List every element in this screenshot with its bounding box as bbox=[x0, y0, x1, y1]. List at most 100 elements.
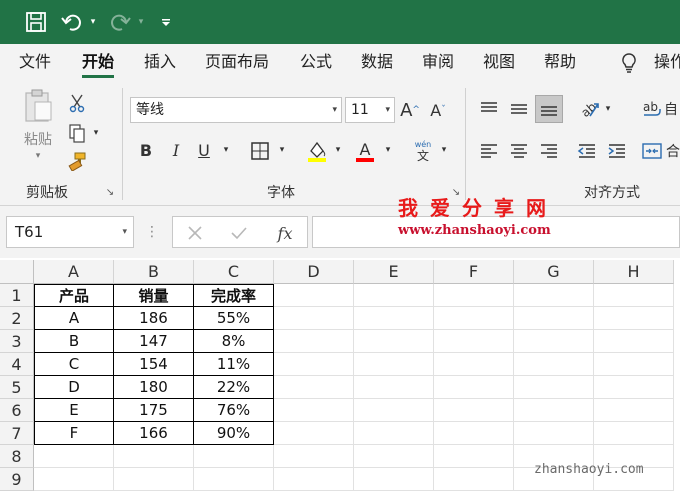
format-painter-icon[interactable] bbox=[66, 150, 88, 172]
header-cell[interactable]: 产品 bbox=[34, 284, 114, 307]
table-cell[interactable]: 186 bbox=[114, 307, 194, 330]
table-cell[interactable] bbox=[274, 307, 354, 330]
table-cell[interactable] bbox=[354, 399, 434, 422]
cancel-icon[interactable] bbox=[183, 221, 207, 245]
column-header[interactable]: D bbox=[274, 260, 354, 284]
table-cell[interactable] bbox=[594, 353, 674, 376]
table-cell[interactable]: 76% bbox=[194, 399, 274, 422]
header-cell[interactable]: 完成率 bbox=[194, 284, 274, 307]
wrap-text-button[interactable]: ab 自 bbox=[642, 96, 680, 122]
copy-icon[interactable] bbox=[66, 122, 88, 144]
lightbulb-icon[interactable] bbox=[620, 52, 638, 74]
table-cell[interactable]: 147 bbox=[114, 330, 194, 353]
row-header[interactable]: 6 bbox=[0, 399, 34, 422]
table-cell[interactable]: B bbox=[34, 330, 114, 353]
table-cell[interactable] bbox=[274, 422, 354, 445]
header-cell[interactable]: 销量 bbox=[114, 284, 194, 307]
column-header[interactable]: A bbox=[34, 260, 114, 284]
font-color-dropdown-icon[interactable]: ▾ bbox=[382, 144, 394, 156]
table-cell[interactable] bbox=[594, 422, 674, 445]
select-all-corner[interactable] bbox=[0, 260, 34, 284]
tab-review[interactable]: 审阅 bbox=[422, 44, 454, 82]
paste-label[interactable]: 粘贴 bbox=[18, 130, 58, 148]
orientation-dropdown-icon[interactable]: ▾ bbox=[602, 102, 614, 116]
align-bottom-icon[interactable] bbox=[535, 95, 563, 123]
column-header[interactable]: C bbox=[194, 260, 274, 284]
table-cell[interactable] bbox=[514, 330, 594, 353]
tab-page-layout[interactable]: 页面布局 bbox=[205, 44, 269, 82]
table-cell[interactable] bbox=[594, 376, 674, 399]
table-cell[interactable] bbox=[194, 445, 274, 468]
table-cell[interactable] bbox=[434, 284, 514, 307]
tab-data[interactable]: 数据 bbox=[361, 44, 393, 82]
underline-button[interactable]: U bbox=[194, 138, 214, 162]
redo-dropdown-icon[interactable]: ▾ bbox=[134, 9, 148, 35]
tab-file[interactable]: 文件 bbox=[19, 44, 51, 82]
check-icon[interactable] bbox=[227, 221, 251, 245]
font-name-combo[interactable]: 等线 ▾ bbox=[130, 97, 342, 123]
table-cell[interactable]: D bbox=[34, 376, 114, 399]
align-center-icon[interactable] bbox=[506, 138, 532, 164]
clipboard-launcher-icon[interactable]: ↘ bbox=[104, 186, 116, 198]
row-header[interactable]: 4 bbox=[0, 353, 34, 376]
table-cell[interactable] bbox=[434, 376, 514, 399]
table-cell[interactable] bbox=[354, 330, 434, 353]
cut-icon[interactable] bbox=[66, 92, 88, 114]
table-cell[interactable] bbox=[274, 376, 354, 399]
table-cell[interactable] bbox=[274, 445, 354, 468]
table-cell[interactable] bbox=[434, 330, 514, 353]
table-cell[interactable] bbox=[354, 284, 434, 307]
column-header[interactable]: H bbox=[594, 260, 674, 284]
row-header[interactable]: 1 bbox=[0, 284, 34, 307]
worksheet-grid[interactable]: ABCDEFGH 123456789 产品 销量 完成率 A 186 55% B 147 8% C… bbox=[0, 260, 680, 491]
table-cell[interactable]: F bbox=[34, 422, 114, 445]
save-icon[interactable] bbox=[22, 9, 50, 35]
borders-dropdown-icon[interactable]: ▾ bbox=[276, 144, 288, 156]
table-cell[interactable]: 166 bbox=[114, 422, 194, 445]
table-cell[interactable] bbox=[514, 422, 594, 445]
table-cell[interactable] bbox=[594, 284, 674, 307]
table-cell[interactable] bbox=[434, 422, 514, 445]
merge-center-button[interactable]: 合 bbox=[642, 138, 680, 164]
drag-handle-icon[interactable]: ⋮ bbox=[145, 222, 159, 242]
align-right-icon[interactable] bbox=[536, 138, 562, 164]
column-header[interactable]: E bbox=[354, 260, 434, 284]
phonetic-dropdown-icon[interactable]: ▾ bbox=[438, 144, 450, 156]
tab-insert[interactable]: 插入 bbox=[144, 44, 176, 82]
table-cell[interactable] bbox=[274, 284, 354, 307]
borders-icon[interactable] bbox=[248, 139, 272, 163]
fill-color-dropdown-icon[interactable]: ▾ bbox=[332, 144, 344, 156]
table-cell[interactable] bbox=[354, 376, 434, 399]
fill-color-icon[interactable] bbox=[304, 138, 330, 164]
column-header[interactable]: G bbox=[514, 260, 594, 284]
table-cell[interactable] bbox=[434, 399, 514, 422]
undo-dropdown-icon[interactable]: ▾ bbox=[86, 9, 100, 35]
copy-dropdown-icon[interactable]: ▾ bbox=[90, 126, 102, 140]
table-cell[interactable]: 8% bbox=[194, 330, 274, 353]
underline-dropdown-icon[interactable]: ▾ bbox=[220, 144, 232, 156]
table-cell[interactable] bbox=[594, 330, 674, 353]
table-cell[interactable] bbox=[114, 445, 194, 468]
table-cell[interactable]: A bbox=[34, 307, 114, 330]
table-cell[interactable] bbox=[514, 307, 594, 330]
table-cell[interactable] bbox=[34, 445, 114, 468]
tab-home[interactable]: 开始 bbox=[82, 44, 115, 82]
column-header[interactable]: B bbox=[114, 260, 194, 284]
table-cell[interactable] bbox=[274, 399, 354, 422]
orientation-icon[interactable]: ab bbox=[574, 96, 602, 122]
tab-formulas[interactable]: 公式 bbox=[300, 44, 332, 82]
italic-button[interactable]: I bbox=[166, 138, 186, 162]
tell-me-label[interactable]: 操作 bbox=[654, 44, 680, 82]
row-header[interactable]: 3 bbox=[0, 330, 34, 353]
table-cell[interactable]: 180 bbox=[114, 376, 194, 399]
table-cell[interactable] bbox=[354, 307, 434, 330]
table-cell[interactable]: 11% bbox=[194, 353, 274, 376]
table-cell[interactable]: 175 bbox=[114, 399, 194, 422]
table-cell[interactable] bbox=[434, 307, 514, 330]
redo-icon[interactable] bbox=[106, 9, 134, 35]
paste-icon[interactable] bbox=[18, 88, 58, 124]
row-header[interactable]: 7 bbox=[0, 422, 34, 445]
increase-indent-icon[interactable] bbox=[604, 138, 630, 164]
table-cell[interactable] bbox=[434, 445, 514, 468]
undo-icon[interactable] bbox=[58, 9, 86, 35]
